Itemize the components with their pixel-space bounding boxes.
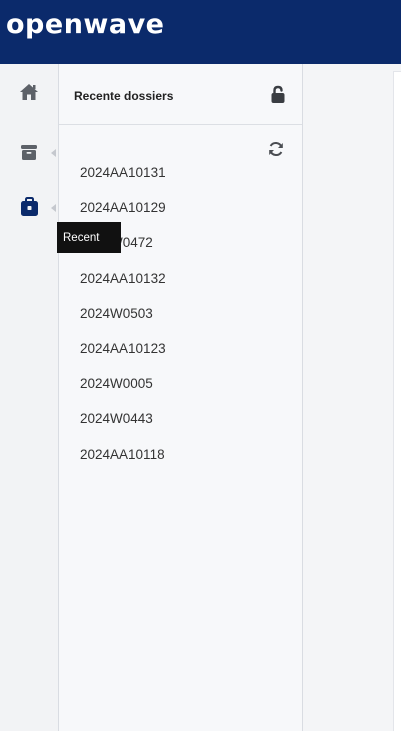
brand-logo[interactable]: openwave [6, 9, 165, 40]
refresh-button[interactable] [267, 140, 285, 158]
list-item[interactable]: 2024W0005 [80, 374, 166, 409]
lock-button[interactable] [268, 85, 288, 105]
main-content [303, 64, 401, 731]
top-bar: openwave [0, 0, 401, 64]
sidebar-item-files[interactable] [6, 132, 52, 172]
recent-dossiers-panel: Recente dossiers 2024AA10131 2024AA10129… [59, 64, 303, 731]
list-item[interactable]: 2024W0443 [80, 409, 166, 444]
list-item[interactable]: 2024AA10131 [80, 163, 166, 198]
lock-open-icon [268, 85, 288, 109]
dossier-list: 2024AA10131 2024AA10129 2024W0472 2024AA… [80, 163, 166, 480]
list-item[interactable]: 2024AA10123 [80, 339, 166, 374]
briefcase-icon [20, 197, 39, 217]
list-item[interactable]: 2024AA10118 [80, 445, 166, 480]
files-caret-icon [51, 149, 56, 157]
panel-header: Recente dossiers [59, 64, 302, 125]
home-icon [19, 83, 39, 101]
panel-title: Recente dossiers [74, 89, 174, 103]
sidebar-item-recent[interactable] [6, 187, 52, 227]
recent-caret-icon [51, 204, 56, 212]
list-item[interactable]: 2024AA10132 [80, 269, 166, 304]
icon-sidebar [0, 64, 59, 731]
refresh-icon [267, 141, 285, 162]
list-item[interactable]: 2024W0503 [80, 304, 166, 339]
folder-icon [20, 143, 38, 161]
sidebar-item-home[interactable] [6, 72, 52, 112]
tooltip-recent: Recent [57, 222, 121, 253]
app-window: openwave Recente dossiers 2024AA10131 20… [0, 0, 401, 731]
content-card [393, 71, 401, 731]
